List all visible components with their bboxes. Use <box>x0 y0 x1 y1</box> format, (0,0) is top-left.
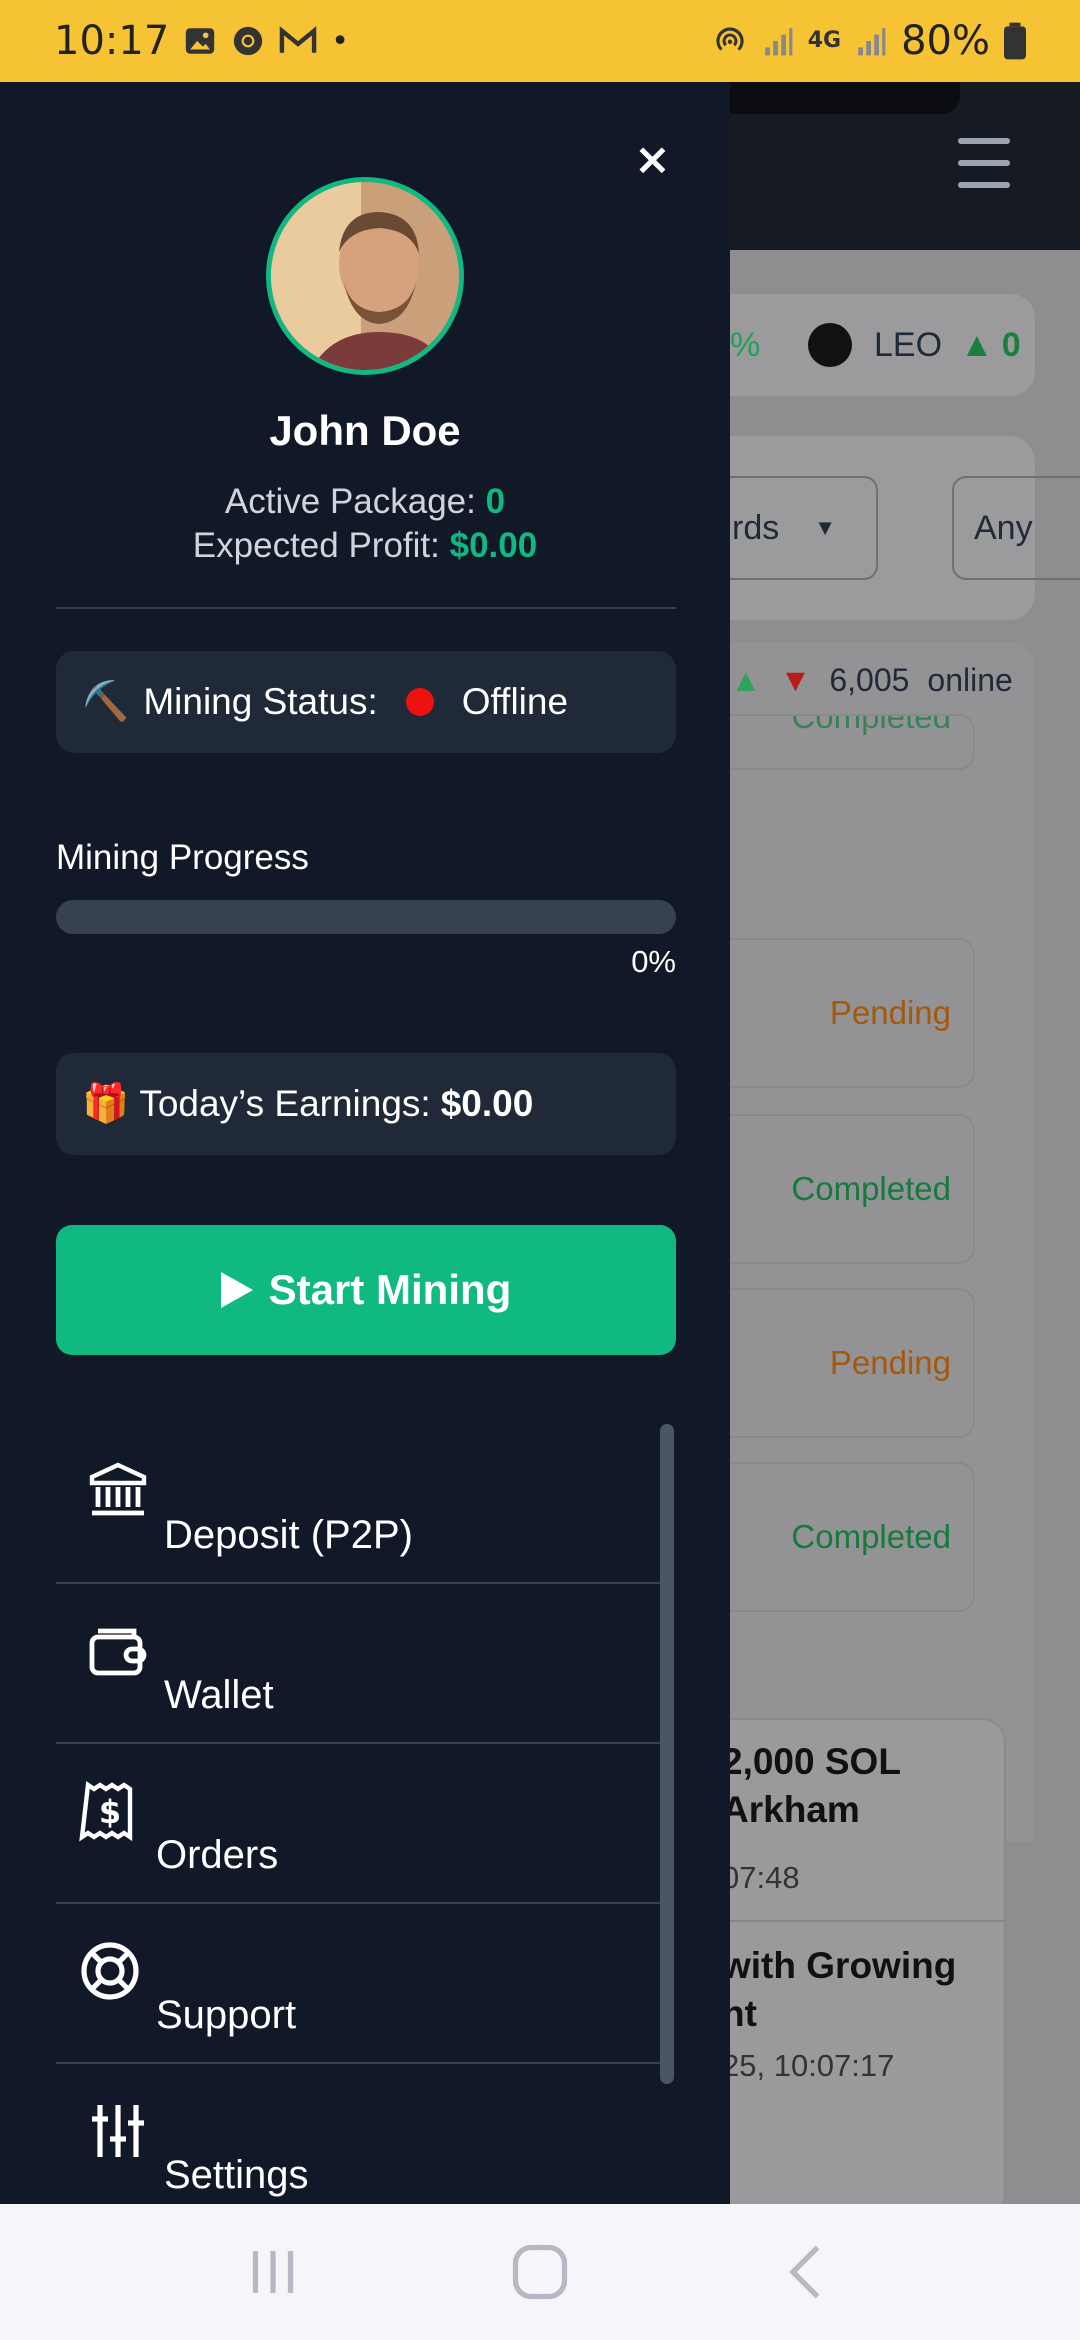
status-bar: 10:17 • 4G 80% <box>0 0 1080 82</box>
start-mining-label: Start Mining <box>268 1266 512 1313</box>
status-time: 10:17 <box>54 18 170 64</box>
orders-list: ▲ ▼ 6,005 online Completed Pending Compl… <box>730 642 1035 1842</box>
ticker-up-icon: ▲ <box>960 325 994 364</box>
gift-icon: 🎁 <box>82 1083 130 1125</box>
chrome-icon <box>234 26 263 56</box>
menu-scrollbar[interactable] <box>660 1424 674 2084</box>
network-type: 4G <box>807 28 842 53</box>
filter-select-1-value: rds <box>732 508 780 547</box>
package-info: Active Package: 0 Expected Profit: $0.00 <box>0 480 730 568</box>
order-card[interactable]: Completed <box>730 1462 975 1612</box>
menu-item-wallet[interactable]: Wallet <box>56 1584 660 1744</box>
menu-item-deposit[interactable]: Deposit (P2P) <box>56 1424 660 1584</box>
filter-select-2[interactable]: Any <box>952 476 1080 580</box>
chevron-down-icon: ▼ <box>814 515 836 540</box>
mining-status-value: Offline <box>461 681 569 722</box>
news-time: 25, 10:07:17 <box>730 2048 895 2083</box>
ticker-change: 0 <box>1001 325 1021 364</box>
news-time: 07:48 <box>730 1860 800 1895</box>
menu-item-support[interactable]: Support <box>56 1904 660 2064</box>
mining-progress-label: Mining Progress <box>56 838 309 877</box>
leo-logo-icon <box>808 323 852 367</box>
todays-earnings-value: $0.00 <box>440 1083 534 1124</box>
home-icon[interactable] <box>505 2237 575 2307</box>
side-drawer: × John Doe Active Package: 0 Expected Pr… <box>0 82 730 2204</box>
menu-item-label: Support <box>156 1993 297 2037</box>
user-photo-icon <box>271 182 459 370</box>
drawer-menu: Deposit (P2P) Wallet $ Orders Support Se… <box>56 1424 660 2204</box>
menu-item-label: Wallet <box>164 1673 274 1717</box>
signal-icon-2 <box>858 28 886 56</box>
svg-text:$: $ <box>99 1793 121 1831</box>
sliders-icon <box>92 2105 144 2157</box>
order-card[interactable]: Pending <box>730 938 975 1088</box>
order-card[interactable]: Completed <box>730 714 975 770</box>
user-name: John Doe <box>269 407 461 454</box>
background-app: % LEO ▲ 0 rds ▼ Any ▲ ▼ 6,005 online Comp… <box>730 82 1080 2204</box>
menu-item-label: Settings <box>164 2153 309 2197</box>
status-dot-icon <box>405 688 434 716</box>
avatar <box>266 177 464 375</box>
filter-select-2-value: Any <box>974 508 1033 547</box>
order-card[interactable]: Pending <box>730 1288 975 1438</box>
expected-profit-label: Expected Profit: <box>192 526 440 565</box>
gmail-icon <box>280 26 317 53</box>
filter-select-1[interactable]: rds ▼ <box>730 476 878 580</box>
active-package-value: 0 <box>485 482 506 521</box>
menu-item-label: Orders <box>156 1833 279 1877</box>
expected-profit-value: $0.00 <box>449 526 538 565</box>
mining-progress-percent: 0% <box>631 944 676 979</box>
hotspot-icon <box>716 27 744 51</box>
battery-percent: 80% <box>901 18 990 64</box>
mining-progress-bar <box>56 900 676 934</box>
menu-item-settings[interactable]: Settings <box>56 2064 660 2204</box>
online-count: 6,005 <box>829 662 910 698</box>
recent-apps-icon[interactable] <box>238 2237 308 2307</box>
divider <box>56 607 676 609</box>
pickaxe-icon: ⛏️ <box>82 681 130 723</box>
todays-earnings-label: Today’s Earnings: <box>139 1083 431 1124</box>
trend-up-icon: ▲ <box>730 662 762 698</box>
trend-down-icon: ▼ <box>779 662 812 698</box>
order-status: Completed <box>791 1170 951 1207</box>
order-card[interactable]: Completed <box>730 1114 975 1264</box>
bg-header-tab <box>730 82 960 114</box>
close-drawer-button[interactable]: × <box>634 134 671 185</box>
filters-panel: rds ▼ Any <box>730 436 1080 620</box>
order-status: Completed <box>791 714 951 735</box>
lifebuoy-icon <box>81 1942 139 2000</box>
order-status: Pending <box>829 1344 951 1381</box>
battery-icon <box>1004 22 1026 60</box>
wallet-icon <box>89 1628 147 1676</box>
bank-icon <box>89 1462 147 1516</box>
online-counter: ▲ ▼ 6,005 online <box>730 662 1013 699</box>
start-mining-button[interactable]: Start Mining <box>56 1225 676 1355</box>
hamburger-menu-icon[interactable] <box>958 138 1010 188</box>
order-status: Pending <box>829 994 951 1031</box>
news-title: with Growing nt <box>730 1945 957 2034</box>
signal-icon <box>764 28 793 56</box>
menu-item-orders[interactable]: $ Orders <box>56 1744 660 1904</box>
news-title: 2,000 SOL Arkham <box>730 1741 901 1830</box>
order-status: Completed <box>791 1518 951 1555</box>
news-card[interactable]: 2,000 SOL Arkham 07:48 with Growing nt 2… <box>730 1718 1006 2204</box>
status-dot: • <box>331 23 349 59</box>
mining-status-label: Mining Status: <box>143 681 378 722</box>
play-icon <box>220 1272 253 1308</box>
gallery-icon <box>186 28 215 54</box>
menu-item-label: Deposit (P2P) <box>164 1513 413 1557</box>
system-nav-bar <box>0 2204 1080 2340</box>
back-icon[interactable] <box>772 2237 842 2307</box>
receipt-dollar-icon: $ <box>79 1781 133 1842</box>
bg-header <box>730 82 1080 250</box>
ticker-symbol: LEO <box>874 325 943 364</box>
news-divider <box>730 1920 1004 1922</box>
todays-earnings-box: 🎁 Today’s Earnings: $0.00 <box>56 1053 676 1155</box>
mining-status-box: ⛏️ Mining Status: Offline <box>56 651 676 753</box>
ticker-fragment: % <box>730 325 761 364</box>
price-ticker: % LEO ▲ 0 <box>730 294 1035 396</box>
online-label: online <box>927 662 1013 698</box>
active-package-label: Active Package: <box>224 482 476 521</box>
